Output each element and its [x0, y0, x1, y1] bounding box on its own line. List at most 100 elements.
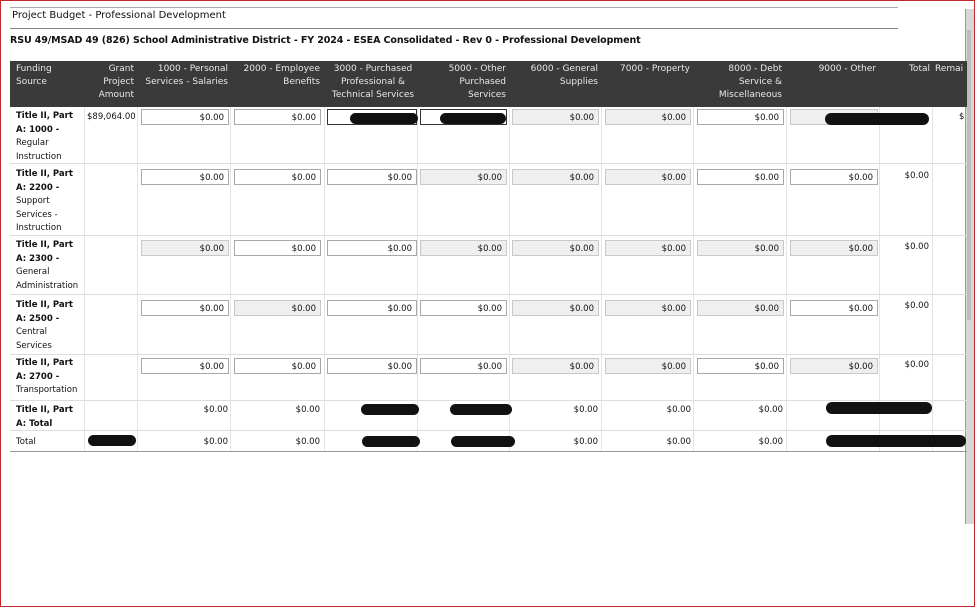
input-2300-general-supplies[interactable]: $0.00: [512, 240, 599, 256]
header-text: Funding: [16, 64, 52, 74]
input-2200-debt-service[interactable]: $0.00: [697, 169, 784, 185]
label-line: Title II, Part: [16, 111, 73, 121]
total-2000: $0.00: [295, 437, 320, 447]
label-line: Support: [16, 196, 50, 206]
header-text: Miscellaneous: [718, 90, 782, 100]
input-2500-salaries[interactable]: $0.00: [141, 300, 229, 316]
header-text: Total: [908, 64, 930, 74]
header-2000: 2000 - Employee Benefits: [234, 63, 320, 89]
input-2700-purchased-professional[interactable]: $0.00: [327, 358, 417, 374]
input-2500-other-purchased[interactable]: $0.00: [420, 300, 507, 316]
input-1000-general-supplies[interactable]: $0.00: [512, 109, 599, 125]
input-2700-property[interactable]: $0.00: [605, 358, 691, 374]
row-label-2200: Title II, Part A: 2200 - Support Service…: [16, 168, 73, 236]
input-2300-benefits[interactable]: $0.00: [234, 240, 321, 256]
header-text: Remai: [935, 64, 964, 74]
header-text: Professional &: [341, 77, 405, 87]
input-2200-property[interactable]: $0.00: [605, 169, 691, 185]
header-text: 5000 - Other: [448, 64, 506, 74]
grant-project-amount: $89,064.00: [87, 112, 136, 122]
input-2300-property[interactable]: $0.00: [605, 240, 691, 256]
input-2700-general-supplies[interactable]: $0.00: [512, 358, 599, 374]
row-total-2300: $0.00: [904, 242, 929, 252]
input-2500-other[interactable]: $0.00: [790, 300, 878, 316]
input-2200-other-purchased[interactable]: $0.00: [420, 169, 507, 185]
input-1000-debt-service[interactable]: $0.00: [697, 109, 784, 125]
subtotal-8000: $0.00: [758, 405, 783, 415]
window-title: Project Budget - Professional Developmen…: [12, 10, 226, 21]
input-2200-general-supplies[interactable]: $0.00: [512, 169, 599, 185]
input-2200-purchased-professional[interactable]: $0.00: [327, 169, 417, 185]
scrollbar-thumb[interactable]: [967, 30, 971, 320]
header-grant-amount: Grant Project Amount: [86, 63, 134, 102]
header-7000: 7000 - Property: [604, 63, 690, 76]
label-line: Services: [16, 340, 52, 351]
input-2500-benefits[interactable]: $0.00: [234, 300, 321, 316]
header-text: Services: [468, 90, 506, 100]
header-text: 1000 - Personal: [157, 64, 228, 74]
label-line: Regular: [16, 138, 49, 148]
row-total-2700: $0.00: [904, 360, 929, 370]
input-2300-purchased-professional[interactable]: $0.00: [327, 240, 417, 256]
label-line: Title II, Part: [16, 300, 73, 310]
total-7000: $0.00: [666, 437, 691, 447]
header-5000: 5000 - Other Purchased Services: [420, 63, 506, 102]
header-remaining: Remai: [935, 63, 966, 76]
input-2300-debt-service[interactable]: $0.00: [697, 240, 784, 256]
input-2300-salaries[interactable]: $0.00: [141, 240, 229, 256]
header-text: Amount: [98, 90, 134, 100]
input-2200-other[interactable]: $0.00: [790, 169, 878, 185]
input-1000-salaries[interactable]: $0.00: [141, 109, 229, 125]
redaction-mark: [440, 113, 506, 124]
input-2700-debt-service[interactable]: $0.00: [697, 358, 784, 374]
input-1000-benefits[interactable]: $0.00: [234, 109, 321, 125]
redaction-mark: [826, 435, 966, 447]
header-8000: 8000 - Debt Service & Miscellaneous: [696, 63, 782, 102]
row-divider: [10, 400, 967, 401]
header-text: Technical Services: [331, 90, 415, 100]
label-line: A: Total: [16, 418, 53, 429]
input-2200-benefits[interactable]: $0.00: [234, 169, 321, 185]
input-2500-debt-service[interactable]: $0.00: [697, 300, 784, 316]
row-label-1000: Title II, Part A: 1000 - Regular Instruc…: [16, 110, 73, 164]
input-2700-other[interactable]: $0.00: [790, 358, 878, 374]
header-text: 2000 - Employee: [243, 64, 320, 74]
header-text: 8000 - Debt: [728, 64, 782, 74]
header-text: Services - Salaries: [145, 77, 228, 87]
page-context-heading: RSU 49/MSAD 49 (826) School Administrati…: [10, 35, 641, 46]
row-label-subtotal: Title II, Part A: Total: [16, 404, 73, 431]
header-text: Service &: [738, 77, 782, 87]
redaction-mark: [825, 113, 929, 125]
label-line: Services -: [16, 209, 58, 220]
label-line: A: 2500 -: [16, 313, 60, 324]
row-divider: [10, 163, 967, 164]
input-2500-general-supplies[interactable]: $0.00: [512, 300, 599, 316]
header-9000: 9000 - Other: [790, 63, 876, 76]
label-line: A: 2700 -: [16, 371, 60, 382]
row-total-2500: $0.00: [904, 301, 929, 311]
input-2200-salaries[interactable]: $0.00: [141, 169, 229, 185]
input-2500-property[interactable]: $0.00: [605, 300, 691, 316]
remaining-truncated: $: [959, 112, 965, 122]
row-label-2700: Title II, Part A: 2700 - Transportation: [16, 357, 77, 398]
label-line: A: 1000 -: [16, 124, 60, 135]
row-label-2500: Title II, Part A: 2500 - Central Service…: [16, 299, 73, 353]
row-total-2200: $0.00: [904, 171, 929, 181]
input-2700-other-purchased[interactable]: $0.00: [420, 358, 507, 374]
header-text: Benefits: [283, 77, 320, 87]
input-1000-property[interactable]: $0.00: [605, 109, 691, 125]
row-divider: [10, 235, 967, 236]
header-text: 3000 - Purchased: [333, 64, 413, 74]
label-line: Administration: [16, 280, 79, 291]
input-2300-other[interactable]: $0.00: [790, 240, 878, 256]
label-line: Title II, Part: [16, 358, 73, 368]
header-6000: 6000 - General Supplies: [512, 63, 598, 89]
redaction-mark: [362, 436, 420, 447]
top-border: [0, 0, 975, 1]
input-2500-purchased-professional[interactable]: $0.00: [327, 300, 417, 316]
input-2300-other-purchased[interactable]: $0.00: [420, 240, 507, 256]
label-line: General: [16, 267, 50, 277]
input-2700-benefits[interactable]: $0.00: [234, 358, 321, 374]
header-text: Source: [16, 77, 47, 87]
input-2700-salaries[interactable]: $0.00: [141, 358, 229, 374]
